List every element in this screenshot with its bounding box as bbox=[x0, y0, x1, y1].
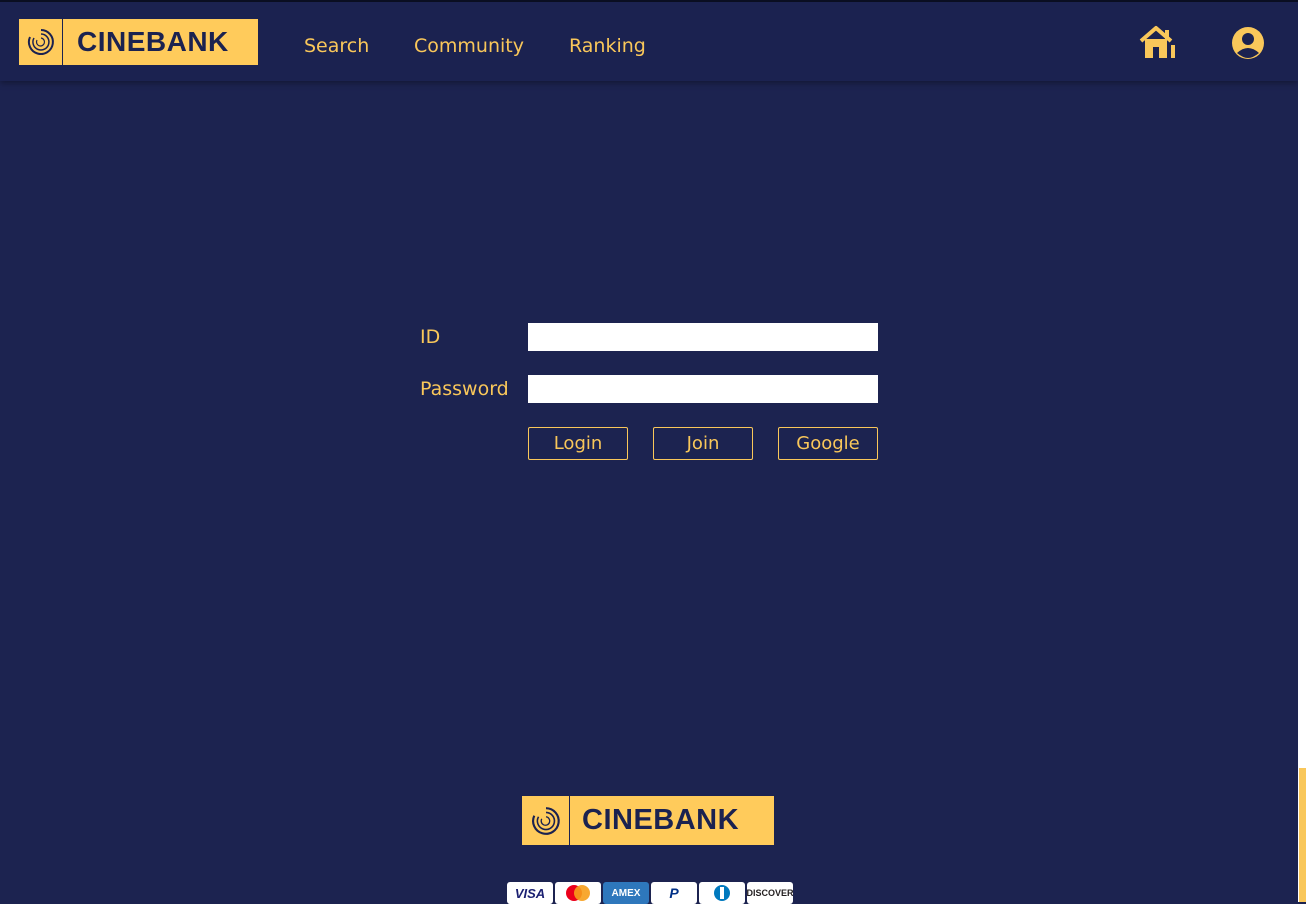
nav-ranking-link[interactable]: Ranking bbox=[569, 35, 646, 57]
paypal-icon: P bbox=[651, 882, 697, 904]
amex-label: AMEX bbox=[611, 887, 641, 899]
discover-label: DISCOVER bbox=[747, 888, 793, 898]
film-reel-icon bbox=[19, 19, 63, 65]
password-label: Password bbox=[420, 378, 509, 400]
amex-icon: AMEX bbox=[603, 882, 649, 904]
film-reel-icon bbox=[522, 796, 570, 845]
diners-club-icon bbox=[699, 882, 745, 904]
logo-text: CINEBANK bbox=[77, 26, 229, 57]
id-input[interactable] bbox=[528, 323, 878, 351]
home-icon[interactable] bbox=[1139, 25, 1177, 63]
discover-icon: DISCOVER bbox=[747, 882, 793, 904]
footer-logo-text: CINEBANK bbox=[582, 804, 740, 836]
nav-community-link[interactable]: Community bbox=[414, 35, 524, 57]
visa-icon: VISA bbox=[507, 882, 553, 904]
password-input[interactable] bbox=[528, 375, 878, 403]
scrollbar-track[interactable] bbox=[1298, 0, 1306, 902]
google-login-button[interactable]: Google bbox=[778, 427, 878, 460]
top-navbar: CINEBANK Search Community Ranking bbox=[0, 2, 1298, 81]
cinebank-logo[interactable]: CINEBANK bbox=[18, 18, 259, 66]
payment-methods: VISA AMEX P DISCOVER bbox=[507, 882, 793, 904]
user-account-icon[interactable] bbox=[1231, 26, 1265, 64]
join-button[interactable]: Join bbox=[653, 427, 753, 460]
id-label: ID bbox=[420, 326, 441, 348]
login-button[interactable]: Login bbox=[528, 427, 628, 460]
footer-logo[interactable]: CINEBANK bbox=[521, 795, 775, 846]
mastercard-icon bbox=[555, 882, 601, 904]
visa-label: VISA bbox=[514, 885, 546, 901]
nav-search-link[interactable]: Search bbox=[304, 35, 369, 57]
scrollbar-thumb[interactable] bbox=[1299, 768, 1306, 902]
